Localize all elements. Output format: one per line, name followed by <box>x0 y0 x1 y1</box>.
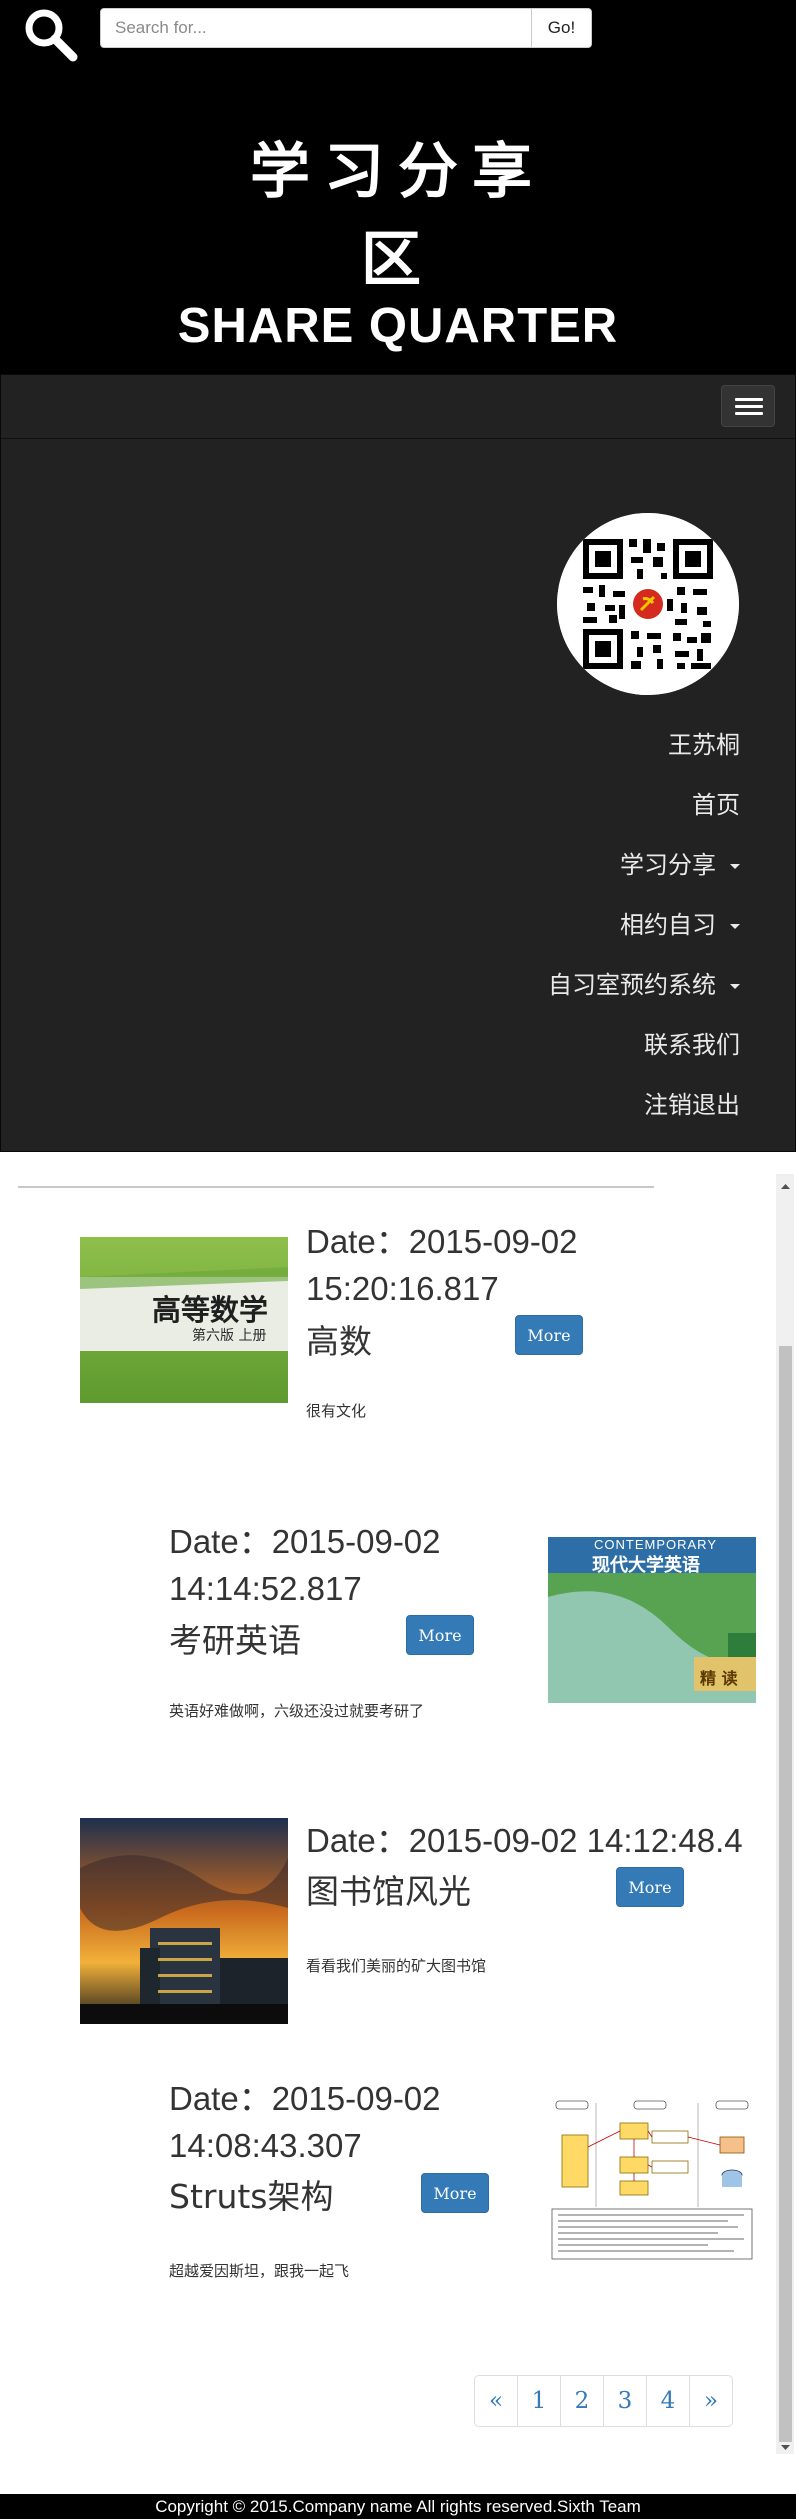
site-header: Go! 学习分享 区 SHARE QUARTER <box>0 0 796 374</box>
hamburger-icon <box>735 412 763 415</box>
post-thumbnail-subtitle: 现代大学英语 <box>592 1555 700 1576</box>
more-button[interactable]: More <box>515 1315 583 1355</box>
navbar: 王苏桐 首页 学习分享 相约自习 自习室预约系统 联系我们 注销退出 <box>0 374 796 1152</box>
post-title[interactable]: 图书馆风光 <box>306 1865 471 1913</box>
search-icon[interactable] <box>22 6 80 64</box>
post-date: Date：2015-09-02 14:14:52.817 <box>169 1518 441 1612</box>
pagination-next[interactable]: » <box>689 2375 733 2427</box>
qr-code-image <box>557 513 739 695</box>
post-date-line2: 15:20:16.817 <box>306 1270 499 1307</box>
search-go-button[interactable]: Go! <box>531 8 592 48</box>
post-excerpt: 英语好难做啊，六级还没过就要考研了 <box>169 1702 425 1720</box>
nav-user-name[interactable]: 王苏桐 <box>668 725 740 760</box>
post-thumbnail[interactable] <box>548 2097 756 2263</box>
post-date: Date：2015-09-02 14:12:48.4 <box>306 1822 743 1859</box>
post-date-line2: 14:14:52.817 <box>169 1570 362 1607</box>
pagination-page-2[interactable]: 2 <box>560 2375 604 2427</box>
hamburger-icon <box>735 398 763 401</box>
content-divider <box>18 1186 654 1188</box>
nav-item-study-share[interactable]: 学习分享 <box>620 845 740 880</box>
post-thumbnail-subtitle: 第六版 上册 <box>192 1328 267 1344</box>
nav-item-logout[interactable]: 注销退出 <box>644 1085 740 1120</box>
post-excerpt: 看看我们美丽的矿大图书馆 <box>306 1957 487 1975</box>
site-title-line2: 区 <box>361 225 435 295</box>
hamburger-icon <box>735 405 763 408</box>
pagination: « 1 2 3 4 » <box>474 2375 733 2427</box>
footer-copyright: Copyright © 2015.Company name All rights… <box>0 2494 796 2519</box>
caret-down-icon <box>730 983 740 989</box>
post-date-line1: Date：2015-09-02 <box>306 1223 578 1260</box>
site-subtitle: SHARE QUARTER <box>177 299 619 353</box>
post-date: Date：2015-09-02 14:08:43.307 <box>169 2075 441 2169</box>
architecture-diagram-image <box>548 2097 756 2263</box>
scrollbar-thumb[interactable] <box>779 1346 792 2442</box>
post-date-line1: Date：2015-09-02 <box>169 1523 441 1560</box>
pagination-page-1[interactable]: 1 <box>517 2375 561 2427</box>
menu-toggle-button[interactable] <box>721 385 775 427</box>
pagination-page-3[interactable]: 3 <box>603 2375 647 2427</box>
more-button[interactable]: More <box>406 1615 474 1655</box>
qr-code-avatar <box>557 513 739 695</box>
post-date-line1: Date：2015-09-02 <box>169 2080 441 2117</box>
post-title[interactable]: 高数 <box>306 1315 372 1363</box>
nav-item-contact[interactable]: 联系我们 <box>644 1025 740 1060</box>
post-thumbnail[interactable]: 高等数学 第六版 上册 <box>80 1237 288 1403</box>
nav-item-label: 学习分享 <box>620 851 716 879</box>
post-thumbnail-title: 高等数学 <box>152 1293 269 1327</box>
nav-item-label: 注销退出 <box>644 1091 740 1119</box>
more-button[interactable]: More <box>421 2173 489 2213</box>
pagination-prev[interactable]: « <box>474 2375 518 2427</box>
search-input[interactable] <box>100 8 532 48</box>
site-title: 学习分享 区 <box>0 128 796 304</box>
nav-item-label: 首页 <box>692 791 740 819</box>
scroll-down-arrow-icon[interactable] <box>779 2440 792 2454</box>
post-title[interactable]: 考研英语 <box>169 1614 301 1662</box>
nav-item-home[interactable]: 首页 <box>692 785 740 820</box>
post-date-line2: 14:08:43.307 <box>169 2127 362 2164</box>
post-date: Date：2015-09-02 15:20:16.817 <box>306 1218 578 1312</box>
more-button[interactable]: More <box>616 1867 684 1907</box>
navbar-top <box>1 375 795 439</box>
pagination-page-4[interactable]: 4 <box>646 2375 690 2427</box>
nav-item-room-booking[interactable]: 自习室预约系统 <box>548 965 740 1000</box>
post-thumbnail-badge: 精 读 <box>700 1669 738 1688</box>
post-excerpt: 很有文化 <box>306 1402 367 1420</box>
post-thumbnail[interactable]: CONTEMPORARY 现代大学英语 精 读 <box>548 1537 756 1703</box>
nav-item-label: 自习室预约系统 <box>548 971 716 999</box>
nav-item-label: 相约自习 <box>620 911 716 939</box>
nav-item-study-together[interactable]: 相约自习 <box>620 905 740 940</box>
scroll-up-arrow-icon[interactable] <box>779 1180 792 1194</box>
caret-down-icon <box>730 863 740 869</box>
nav-item-label: 联系我们 <box>644 1031 740 1059</box>
post-thumbnail-title: CONTEMPORARY <box>594 1537 717 1552</box>
post-title[interactable]: Struts架构 <box>169 2170 334 2218</box>
site-title-line1: 学习分享 <box>250 137 546 207</box>
caret-down-icon <box>730 923 740 929</box>
post-thumbnail[interactable] <box>80 1818 288 2024</box>
post-excerpt: 超越爱因斯坦，跟我一起飞 <box>169 2262 350 2280</box>
